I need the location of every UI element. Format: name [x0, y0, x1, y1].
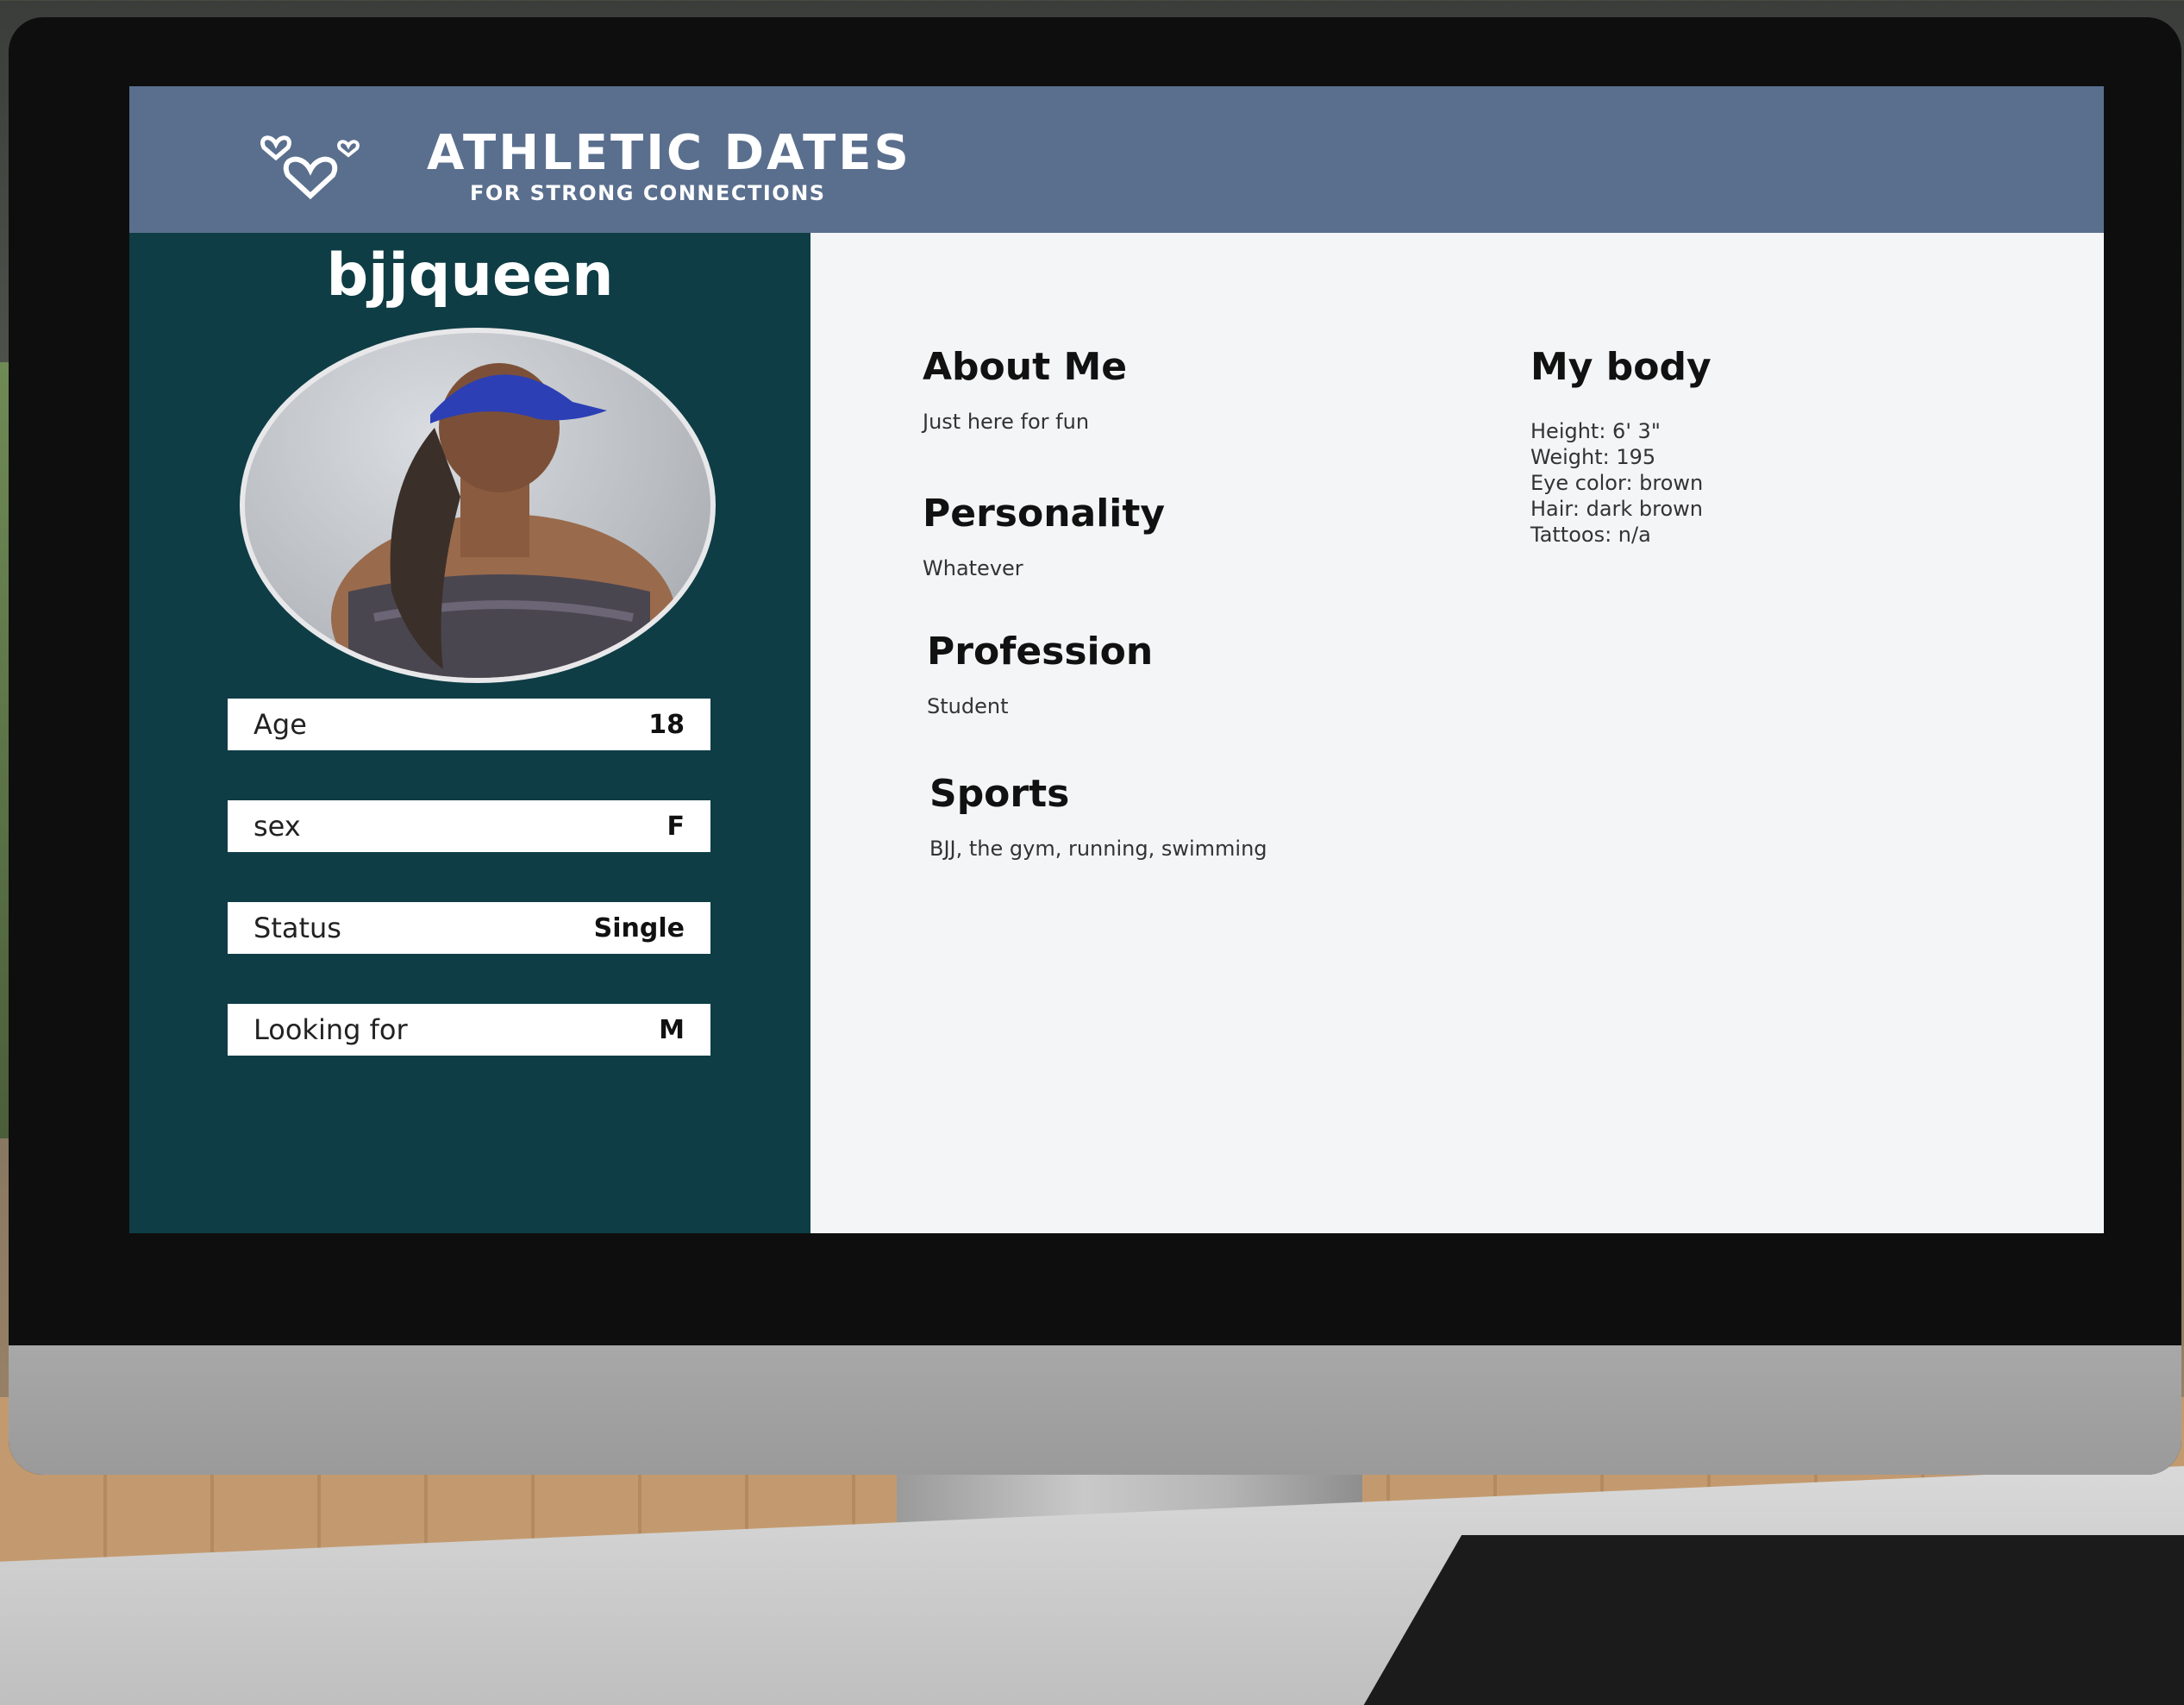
personality-title: Personality [923, 492, 1166, 536]
hearts-icon [260, 135, 360, 200]
body-title: My body [1530, 345, 1712, 389]
info-label: Status [253, 912, 341, 944]
brand-subtitle: FOR STRONG CONNECTIONS [470, 181, 826, 205]
brand-title: ATHLETIC DATES [427, 125, 911, 181]
info-value: M [659, 1014, 685, 1045]
sports-title: Sports [929, 772, 1070, 816]
info-value: 18 [648, 709, 685, 740]
profession-title: Profession [927, 630, 1154, 674]
sports-text: BJJ, the gym, running, swimming [929, 837, 1267, 861]
body-stat-hair: Hair: dark brown [1530, 497, 1704, 521]
screen: ATHLETIC DATES FOR STRONG CONNECTIONS bj… [129, 86, 2104, 1233]
profile-username: bjjqueen [326, 241, 614, 310]
info-label: sex [253, 810, 301, 843]
profile-photo[interactable] [240, 328, 716, 683]
about-title: About Me [923, 345, 1128, 389]
personality-text: Whatever [923, 556, 1023, 580]
body-stat-height: Height: 6' 3" [1530, 419, 1661, 443]
info-value: Single [593, 912, 685, 943]
info-value: F [666, 811, 685, 842]
site-header: ATHLETIC DATES FOR STRONG CONNECTIONS [129, 86, 2104, 233]
monitor-chin [9, 1345, 2181, 1475]
info-row-sex: sex F [228, 800, 710, 852]
info-row-status: Status Single [228, 902, 710, 954]
info-row-looking-for: Looking for M [228, 1004, 710, 1056]
info-row-age: Age 18 [228, 699, 710, 750]
info-label: Age [253, 708, 307, 741]
body-stat-tattoos: Tattoos: n/a [1530, 523, 1651, 547]
keyboard [1362, 1535, 2184, 1705]
about-text: Just here for fun [923, 410, 1090, 434]
body-stat-weight: Weight: 195 [1530, 445, 1656, 469]
profession-text: Student [927, 694, 1009, 718]
info-label: Looking for [253, 1013, 408, 1046]
profile-photo-illustration [331, 363, 676, 678]
body-stats-list: Height: 6' 3" Weight: 195 Eye color: bro… [1530, 418, 1703, 548]
body-stat-eye-color: Eye color: brown [1530, 471, 1704, 495]
